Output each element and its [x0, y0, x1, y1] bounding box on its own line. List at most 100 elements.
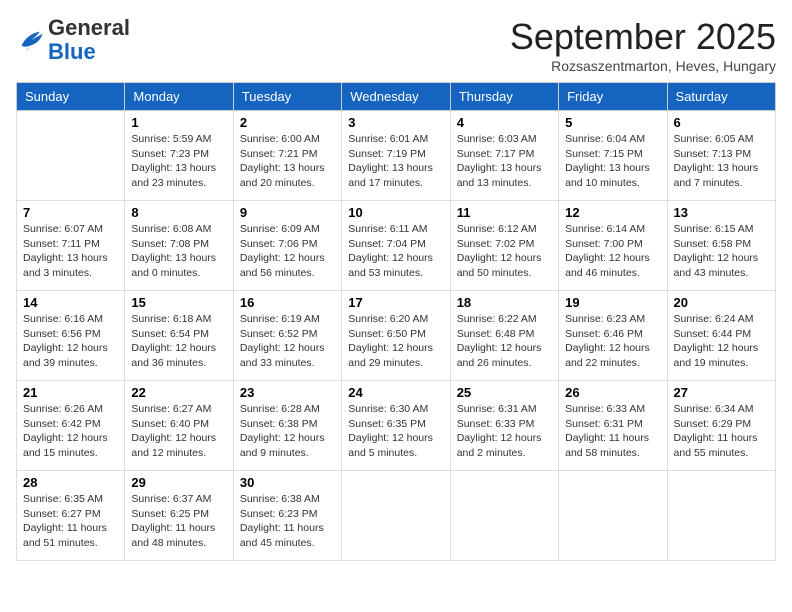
day-number: 2: [240, 115, 335, 130]
day-number: 4: [457, 115, 552, 130]
day-info: Sunrise: 6:03 AMSunset: 7:17 PMDaylight:…: [457, 132, 552, 191]
day-info: Sunrise: 6:04 AMSunset: 7:15 PMDaylight:…: [565, 132, 660, 191]
day-number: 26: [565, 385, 660, 400]
day-info: Sunrise: 6:23 AMSunset: 6:46 PMDaylight:…: [565, 312, 660, 371]
calendar-cell: 6 Sunrise: 6:05 AMSunset: 7:13 PMDaylight…: [667, 111, 775, 201]
day-number: 3: [348, 115, 443, 130]
calendar-cell: 5 Sunrise: 6:04 AMSunset: 7:15 PMDaylight…: [559, 111, 667, 201]
calendar-cell: 29 Sunrise: 6:37 AMSunset: 6:25 PMDayligh…: [125, 471, 233, 561]
day-number: 29: [131, 475, 226, 490]
day-number: 5: [565, 115, 660, 130]
day-number: 20: [674, 295, 769, 310]
title-block: September 2025 Rozsaszentmarton, Heves, …: [510, 16, 776, 74]
calendar-cell: 26 Sunrise: 6:33 AMSunset: 6:31 PMDayligh…: [559, 381, 667, 471]
calendar-cell: [559, 471, 667, 561]
weekday-header-row: SundayMondayTuesdayWednesdayThursdayFrid…: [17, 83, 776, 111]
weekday-header-sunday: Sunday: [17, 83, 125, 111]
weekday-header-friday: Friday: [559, 83, 667, 111]
day-number: 28: [23, 475, 118, 490]
calendar-cell: 14Sunrise: 6:16 AMSunset: 6:56 PMDayligh…: [17, 291, 125, 381]
logo-icon: [16, 26, 44, 54]
logo-general-text: General: [48, 15, 130, 40]
calendar-cell: [667, 471, 775, 561]
calendar-week-row: 14Sunrise: 6:16 AMSunset: 6:56 PMDayligh…: [17, 291, 776, 381]
calendar-cell: 2 Sunrise: 6:00 AMSunset: 7:21 PMDaylight…: [233, 111, 341, 201]
day-number: 11: [457, 205, 552, 220]
weekday-header-thursday: Thursday: [450, 83, 558, 111]
day-number: 18: [457, 295, 552, 310]
calendar-cell: 4 Sunrise: 6:03 AMSunset: 7:17 PMDaylight…: [450, 111, 558, 201]
calendar-cell: 7 Sunrise: 6:07 AMSunset: 7:11 PMDaylight…: [17, 201, 125, 291]
logo: General Blue: [16, 16, 130, 64]
day-info: Sunrise: 6:30 AMSunset: 6:35 PMDaylight:…: [348, 402, 443, 461]
calendar-cell: 11 Sunrise: 6:12 AMSunset: 7:02 PMDayligh…: [450, 201, 558, 291]
day-info: Sunrise: 6:24 AMSunset: 6:44 PMDaylight:…: [674, 312, 769, 371]
day-number: 9: [240, 205, 335, 220]
calendar-cell: 10Sunrise: 6:11 AMSunset: 7:04 PMDayligh…: [342, 201, 450, 291]
day-number: 27: [674, 385, 769, 400]
day-info: Sunrise: 6:09 AMSunset: 7:06 PMDaylight:…: [240, 222, 335, 281]
page-header: General Blue September 2025 Rozsaszentma…: [16, 16, 776, 74]
weekday-header-tuesday: Tuesday: [233, 83, 341, 111]
calendar-cell: 16 Sunrise: 6:19 AMSunset: 6:52 PMDayligh…: [233, 291, 341, 381]
day-number: 7: [23, 205, 118, 220]
calendar-week-row: 1 Sunrise: 5:59 AMSunset: 7:23 PMDaylight…: [17, 111, 776, 201]
weekday-header-wednesday: Wednesday: [342, 83, 450, 111]
calendar-cell: 22 Sunrise: 6:27 AMSunset: 6:40 PMDayligh…: [125, 381, 233, 471]
calendar-cell: 13 Sunrise: 6:15 AMSunset: 6:58 PMDayligh…: [667, 201, 775, 291]
day-info: Sunrise: 6:20 AMSunset: 6:50 PMDaylight:…: [348, 312, 443, 371]
day-info: Sunrise: 6:05 AMSunset: 7:13 PMDaylight:…: [674, 132, 769, 191]
day-info: Sunrise: 6:27 AMSunset: 6:40 PMDaylight:…: [131, 402, 226, 461]
day-info: Sunrise: 6:33 AMSunset: 6:31 PMDaylight:…: [565, 402, 660, 461]
calendar-cell: 23 Sunrise: 6:28 AMSunset: 6:38 PMDayligh…: [233, 381, 341, 471]
calendar-cell: 1 Sunrise: 5:59 AMSunset: 7:23 PMDaylight…: [125, 111, 233, 201]
day-info: Sunrise: 6:26 AMSunset: 6:42 PMDaylight:…: [23, 402, 118, 461]
day-info: Sunrise: 6:28 AMSunset: 6:38 PMDaylight:…: [240, 402, 335, 461]
weekday-header-monday: Monday: [125, 83, 233, 111]
calendar-cell: 28 Sunrise: 6:35 AMSunset: 6:27 PMDayligh…: [17, 471, 125, 561]
day-info: Sunrise: 6:37 AMSunset: 6:25 PMDaylight:…: [131, 492, 226, 551]
day-info: Sunrise: 6:38 AMSunset: 6:23 PMDaylight:…: [240, 492, 335, 551]
calendar-cell: 20 Sunrise: 6:24 AMSunset: 6:44 PMDayligh…: [667, 291, 775, 381]
calendar-cell: 8Sunrise: 6:08 AMSunset: 7:08 PMDaylight…: [125, 201, 233, 291]
day-info: Sunrise: 6:34 AMSunset: 6:29 PMDaylight:…: [674, 402, 769, 461]
day-info: Sunrise: 6:15 AMSunset: 6:58 PMDaylight:…: [674, 222, 769, 281]
day-number: 14: [23, 295, 118, 310]
day-info: Sunrise: 6:35 AMSunset: 6:27 PMDaylight:…: [23, 492, 118, 551]
day-number: 22: [131, 385, 226, 400]
day-number: 12: [565, 205, 660, 220]
day-number: 1: [131, 115, 226, 130]
calendar-cell: 21Sunrise: 6:26 AMSunset: 6:42 PMDayligh…: [17, 381, 125, 471]
calendar-cell: 24 Sunrise: 6:30 AMSunset: 6:35 PMDayligh…: [342, 381, 450, 471]
calendar-cell: 12 Sunrise: 6:14 AMSunset: 7:00 PMDayligh…: [559, 201, 667, 291]
calendar-cell: 3 Sunrise: 6:01 AMSunset: 7:19 PMDaylight…: [342, 111, 450, 201]
day-info: Sunrise: 5:59 AMSunset: 7:23 PMDaylight:…: [131, 132, 226, 191]
day-number: 23: [240, 385, 335, 400]
day-number: 25: [457, 385, 552, 400]
calendar-week-row: 21Sunrise: 6:26 AMSunset: 6:42 PMDayligh…: [17, 381, 776, 471]
day-number: 16: [240, 295, 335, 310]
calendar-cell: 27 Sunrise: 6:34 AMSunset: 6:29 PMDayligh…: [667, 381, 775, 471]
day-info: Sunrise: 6:01 AMSunset: 7:19 PMDaylight:…: [348, 132, 443, 191]
day-info: Sunrise: 6:00 AMSunset: 7:21 PMDaylight:…: [240, 132, 335, 191]
calendar-cell: 25 Sunrise: 6:31 AMSunset: 6:33 PMDayligh…: [450, 381, 558, 471]
day-number: 13: [674, 205, 769, 220]
day-number: 17: [348, 295, 443, 310]
day-info: Sunrise: 6:19 AMSunset: 6:52 PMDaylight:…: [240, 312, 335, 371]
calendar-cell: 18Sunrise: 6:22 AMSunset: 6:48 PMDayligh…: [450, 291, 558, 381]
day-info: Sunrise: 6:18 AMSunset: 6:54 PMDaylight:…: [131, 312, 226, 371]
location-subtitle: Rozsaszentmarton, Heves, Hungary: [510, 58, 776, 74]
day-info: Sunrise: 6:07 AMSunset: 7:11 PMDaylight:…: [23, 222, 118, 281]
calendar-cell: 17 Sunrise: 6:20 AMSunset: 6:50 PMDayligh…: [342, 291, 450, 381]
day-number: 15: [131, 295, 226, 310]
month-title: September 2025: [510, 16, 776, 58]
day-info: Sunrise: 6:14 AMSunset: 7:00 PMDaylight:…: [565, 222, 660, 281]
calendar-cell: [342, 471, 450, 561]
day-number: 24: [348, 385, 443, 400]
day-number: 6: [674, 115, 769, 130]
day-info: Sunrise: 6:31 AMSunset: 6:33 PMDaylight:…: [457, 402, 552, 461]
logo-blue-text: Blue: [48, 39, 96, 64]
day-info: Sunrise: 6:12 AMSunset: 7:02 PMDaylight:…: [457, 222, 552, 281]
calendar-cell: [450, 471, 558, 561]
day-number: 8: [131, 205, 226, 220]
